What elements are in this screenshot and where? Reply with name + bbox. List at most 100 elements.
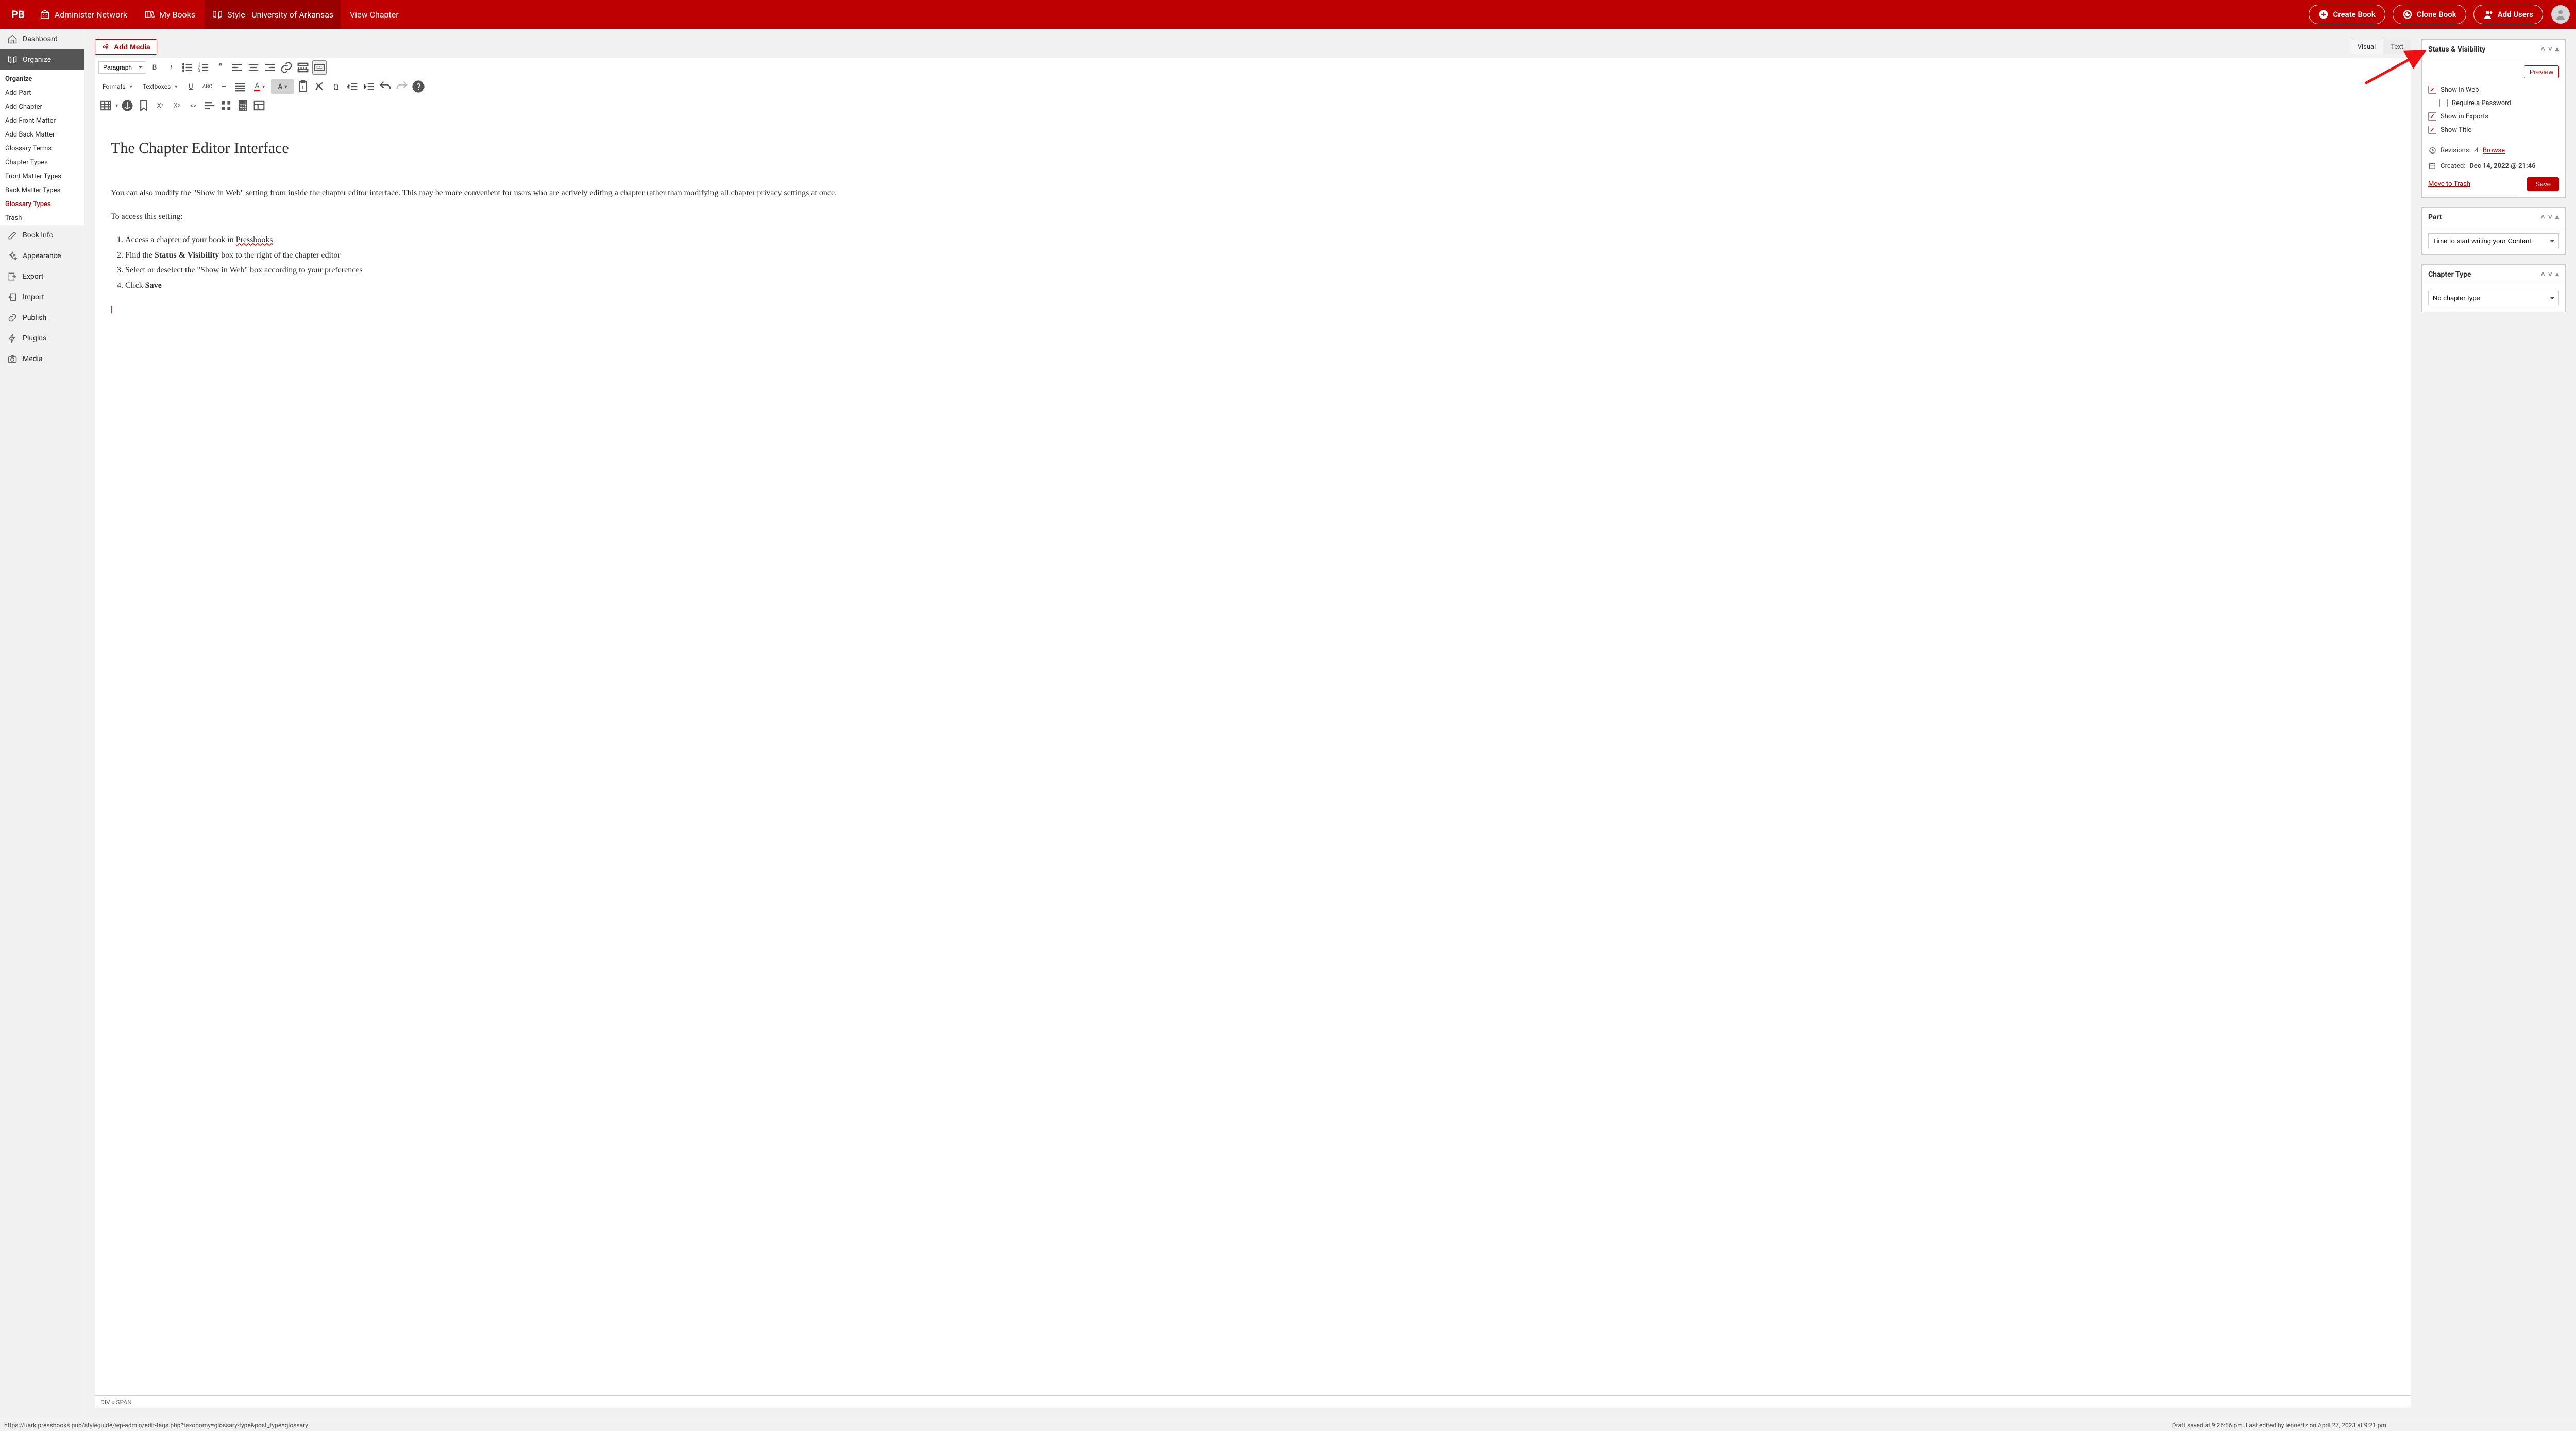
- bg-color-button[interactable]: A: [271, 79, 294, 94]
- align-center-button[interactable]: [246, 60, 261, 75]
- sidebar-item-book-info[interactable]: Book Info: [0, 225, 84, 246]
- chevron-down-icon[interactable]: ˅: [2548, 270, 2552, 279]
- text-color-button[interactable]: A: [249, 79, 269, 94]
- browse-link[interactable]: Browse: [2483, 147, 2505, 155]
- sidebar-item-publish[interactable]: Publish: [0, 308, 84, 328]
- italic-button[interactable]: I: [164, 60, 178, 75]
- sidebar-item-dashboard[interactable]: Dashboard: [0, 29, 84, 49]
- chevron-down-icon[interactable]: ˅: [2548, 213, 2552, 222]
- subscript-button[interactable]: X2: [170, 98, 184, 113]
- quote-button[interactable]: “: [213, 60, 228, 75]
- clone-circle-icon: [2402, 9, 2413, 20]
- checkbox-row: Show in Exports: [2428, 112, 2559, 121]
- chevron-up-icon[interactable]: ˄: [2541, 45, 2545, 54]
- sidebar-sub-item[interactable]: Back Matter Types: [0, 183, 84, 197]
- ul-button[interactable]: [180, 60, 195, 75]
- bold-button[interactable]: B: [147, 60, 162, 75]
- calculator-button[interactable]: [235, 98, 250, 113]
- chevron-up-icon[interactable]: ˄: [2541, 213, 2545, 222]
- add-media-button[interactable]: Add Media: [95, 39, 157, 55]
- nav-admin-network[interactable]: Administer Network: [32, 0, 134, 29]
- sidebar: Dashboard Organize Organize Add PartAdd …: [0, 29, 84, 1419]
- created-label: Created:: [2441, 162, 2465, 170]
- superscript-button[interactable]: X2: [153, 98, 167, 113]
- add-users-button[interactable]: Add Users: [2473, 5, 2543, 24]
- sidebar-sub-item[interactable]: Chapter Types: [0, 156, 84, 169]
- triangle-up-icon[interactable]: ▴: [2555, 45, 2559, 54]
- sidebar-sub-item[interactable]: Glossary Terms: [0, 142, 84, 156]
- sidebar-sub-item[interactable]: Front Matter Types: [0, 169, 84, 183]
- toolbar-toggle-button[interactable]: [312, 60, 327, 75]
- nav-view-chapter[interactable]: View Chapter: [343, 0, 406, 29]
- text-cursor: |: [111, 303, 2395, 316]
- sidebar-sub-item[interactable]: Glossary Types: [0, 197, 84, 211]
- checkbox[interactable]: [2428, 126, 2436, 134]
- format-select[interactable]: Paragraph: [98, 61, 145, 74]
- sidebar-sub-item[interactable]: Add Chapter: [0, 100, 84, 114]
- ltr-button[interactable]: [202, 98, 217, 113]
- save-button[interactable]: Save: [2527, 177, 2559, 191]
- checkbox[interactable]: [2428, 112, 2436, 121]
- link-button[interactable]: [279, 60, 294, 75]
- redo-button[interactable]: [395, 79, 409, 94]
- sidebar-item-media[interactable]: Media: [0, 349, 84, 369]
- nav-current-book[interactable]: Style - University of Arkansas: [205, 0, 341, 29]
- editor-content[interactable]: The Chapter Editor Interface You can als…: [95, 115, 2411, 1396]
- code-button[interactable]: <>: [186, 98, 200, 113]
- sidebar-sub-item[interactable]: Add Part: [0, 86, 84, 100]
- chevron-up-icon[interactable]: ˄: [2541, 270, 2545, 279]
- hr-button[interactable]: —: [216, 79, 231, 94]
- tab-text[interactable]: Text: [2383, 40, 2411, 54]
- table-button[interactable]: [98, 98, 118, 113]
- sidebar-sub-item[interactable]: Add Front Matter: [0, 114, 84, 128]
- justify-button[interactable]: [233, 79, 247, 94]
- move-to-trash-link[interactable]: Move to Trash: [2428, 180, 2470, 188]
- triangle-up-icon[interactable]: ▴: [2555, 213, 2559, 222]
- calendar-icon: [2428, 162, 2436, 170]
- grid-button[interactable]: [219, 98, 233, 113]
- button-label: Create Book: [2333, 10, 2375, 19]
- sidebar-item-export[interactable]: Export: [0, 266, 84, 287]
- chapter-type-select[interactable]: No chapter type: [2428, 291, 2559, 305]
- chevron-down-icon[interactable]: ˅: [2548, 45, 2552, 54]
- sidebar-item-plugins[interactable]: Plugins: [0, 328, 84, 349]
- align-left-button[interactable]: [230, 60, 244, 75]
- clone-book-button[interactable]: Clone Book: [2393, 5, 2466, 24]
- outdent-button[interactable]: [345, 79, 360, 94]
- special-char-button[interactable]: Ω: [329, 79, 343, 94]
- logo[interactable]: PB: [6, 8, 30, 21]
- avatar[interactable]: [2551, 5, 2570, 24]
- sidebar-item-organize[interactable]: Organize: [0, 49, 84, 70]
- layout-button[interactable]: [252, 98, 266, 113]
- triangle-up-icon[interactable]: ▴: [2555, 270, 2559, 279]
- doc-title: The Chapter Editor Interface: [111, 136, 2395, 161]
- sidebar-sub-item[interactable]: Trash: [0, 211, 84, 225]
- sidebar-item-label: Appearance: [23, 252, 61, 260]
- nav-my-books[interactable]: My Books: [137, 0, 202, 29]
- help-button[interactable]: ?: [411, 79, 426, 94]
- preview-button[interactable]: Preview: [2524, 65, 2559, 78]
- align-right-button[interactable]: [263, 60, 277, 75]
- formats-dropdown[interactable]: Formats: [98, 81, 137, 92]
- textboxes-dropdown[interactable]: Textboxes: [139, 81, 182, 92]
- tab-visual[interactable]: Visual: [2350, 40, 2383, 54]
- sidebar-item-appearance[interactable]: Appearance: [0, 246, 84, 266]
- readmore-button[interactable]: [296, 60, 310, 75]
- paste-text-button[interactable]: T: [296, 79, 310, 94]
- clear-format-button[interactable]: [312, 79, 327, 94]
- checkbox[interactable]: [2439, 99, 2448, 107]
- strike-button[interactable]: ABC: [200, 79, 214, 94]
- sidebar-item-label: Organize: [23, 56, 51, 64]
- underline-button[interactable]: U: [183, 79, 198, 94]
- nav-label: Administer Network: [55, 10, 127, 20]
- sidebar-sub-item[interactable]: Add Back Matter: [0, 128, 84, 142]
- undo-button[interactable]: [378, 79, 393, 94]
- ol-button[interactable]: 123: [197, 60, 211, 75]
- anchor-button[interactable]: [120, 98, 134, 113]
- bookmark-button[interactable]: [137, 98, 151, 113]
- create-book-button[interactable]: Create Book: [2309, 5, 2385, 24]
- sidebar-item-import[interactable]: Import: [0, 287, 84, 308]
- part-select[interactable]: Time to start writing your Content: [2428, 233, 2559, 248]
- checkbox[interactable]: [2428, 86, 2436, 94]
- indent-button[interactable]: [362, 79, 376, 94]
